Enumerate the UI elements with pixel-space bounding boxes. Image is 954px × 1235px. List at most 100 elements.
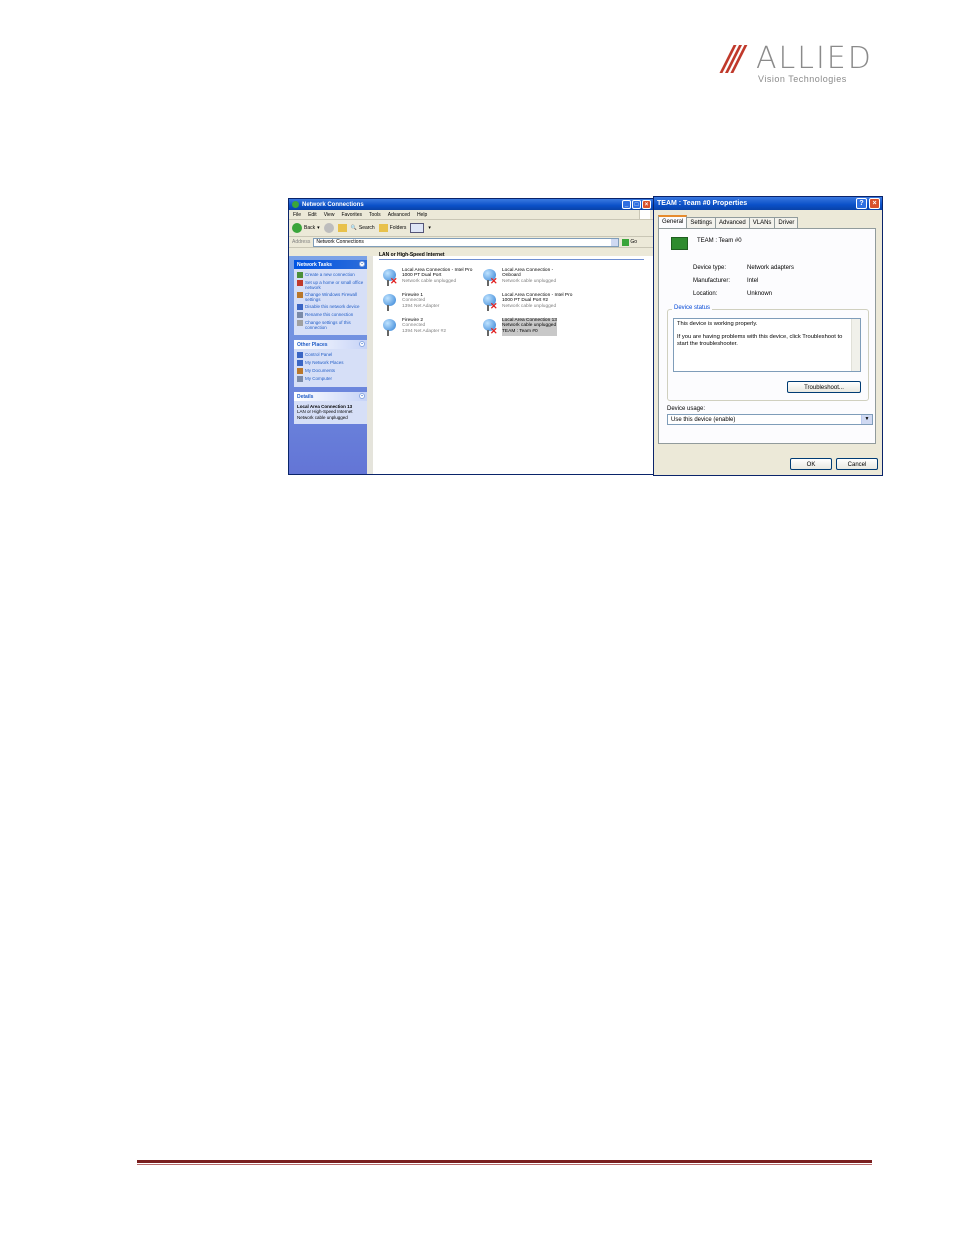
task-change-settings[interactable]: Change settings of this connection xyxy=(297,320,364,330)
menu-tools[interactable]: Tools xyxy=(369,212,381,218)
connection-status: Network cable unplugged xyxy=(402,278,457,284)
place-my-computer[interactable]: My Computer xyxy=(297,376,364,382)
network-connection-icon: ✕ xyxy=(481,293,499,311)
prop-value: Intel xyxy=(747,278,759,284)
other-places-header[interactable]: Other Places ⌃ xyxy=(294,340,367,349)
toolbar: Back ▾ 🔍 Search Folders ▾ xyxy=(289,220,653,237)
folders-button[interactable]: Folders xyxy=(378,224,407,232)
network-places-icon xyxy=(297,360,303,366)
menu-edit[interactable]: Edit xyxy=(308,212,317,218)
other-places-panel: Other Places ⌃ Control Panel My Network … xyxy=(294,340,367,387)
folders-label: Folders xyxy=(389,225,407,231)
task-label: Set up a home or small office network xyxy=(305,280,364,290)
place-label: My Network Places xyxy=(305,360,344,365)
network-connections-window: Network Connections _ □ × File Edit View… xyxy=(288,198,654,475)
device-usage-select[interactable]: Use this device (enable) ▼ xyxy=(667,414,873,425)
collapse-chevron-icon[interactable]: ⌃ xyxy=(359,261,365,267)
connection-device: TEAM : Team #0 xyxy=(502,328,538,334)
address-input[interactable]: Network Connections xyxy=(313,237,620,247)
views-dropdown-icon[interactable]: ▾ xyxy=(428,225,431,231)
menu-advanced[interactable]: Advanced xyxy=(388,212,410,218)
status-line-2: If you are having problems with this dev… xyxy=(677,334,843,347)
network-tasks-header[interactable]: Network Tasks ⌃ xyxy=(294,260,367,269)
connection-item[interactable]: ✕ Local Area Connection - Intel Pro 1000 … xyxy=(381,268,472,286)
go-arrow-icon xyxy=(622,238,630,246)
connection-item[interactable]: Firewire 2 Connected 1394 Net Adapter #2 xyxy=(381,318,446,336)
connections-list: LAN or High-Speed Internet ✕ Local Area … xyxy=(373,252,653,474)
go-label: Go xyxy=(630,239,638,245)
chevron-down-icon[interactable]: ▼ xyxy=(861,415,872,424)
other-places-title: Other Places xyxy=(297,341,328,348)
footer-rule xyxy=(137,1160,872,1163)
collapse-chevron-icon[interactable]: ⌃ xyxy=(359,341,365,347)
general-tab-panel: TEAM : Team #0 Device type: Network adapt… xyxy=(658,228,876,444)
place-my-documents[interactable]: My Documents xyxy=(297,368,364,374)
network-connection-icon: ✕ xyxy=(481,268,499,286)
up-folder-icon[interactable] xyxy=(337,224,347,232)
device-status-legend: Device status xyxy=(672,305,713,311)
menu-favorites[interactable]: Favorites xyxy=(341,212,362,218)
connection-item[interactable]: ✕ Local Area Connection - Intel Pro 1000 … xyxy=(481,293,572,311)
search-button[interactable]: 🔍 Search xyxy=(351,225,375,231)
tab-vlans[interactable]: VLANs xyxy=(748,217,776,228)
explorer-title: Network Connections xyxy=(302,201,364,208)
device-status-textbox[interactable]: This device is working properly. If you … xyxy=(673,318,861,372)
network-connection-icon: ✕ xyxy=(481,318,499,336)
documents-icon xyxy=(297,368,303,374)
group-divider xyxy=(379,259,644,260)
tab-general[interactable]: General xyxy=(658,215,688,229)
close-button[interactable]: × xyxy=(642,200,651,209)
task-home-network[interactable]: Set up a home or small office network xyxy=(297,280,364,290)
ok-button[interactable]: OK xyxy=(790,458,832,470)
task-label: Create a new connection xyxy=(305,272,355,277)
menu-help[interactable]: Help xyxy=(417,212,427,218)
task-rename-connection[interactable]: Rename this connection xyxy=(297,312,364,318)
prop-key: Location: xyxy=(693,291,718,297)
cancel-button[interactable]: Cancel xyxy=(836,458,878,470)
help-button[interactable]: ? xyxy=(856,198,867,209)
device-status-group: Device status This device is working pro… xyxy=(667,305,869,401)
connection-status: Network cable unplugged xyxy=(502,303,557,309)
views-icon[interactable] xyxy=(410,223,425,233)
address-dropdown-icon[interactable] xyxy=(611,238,619,246)
troubleshoot-button[interactable]: Troubleshoot... xyxy=(787,381,861,393)
status-scrollbar[interactable] xyxy=(851,319,860,371)
menu-view[interactable]: View xyxy=(324,212,335,218)
place-label: My Computer xyxy=(305,376,333,381)
settings-icon xyxy=(297,320,303,326)
device-name: TEAM : Team #0 xyxy=(697,238,742,244)
collapse-chevron-icon[interactable]: ⌃ xyxy=(359,393,365,399)
dialog-titlebar[interactable]: TEAM : Team #0 Properties ? × xyxy=(654,197,882,210)
explorer-body: Network Tasks ⌃ Create a new connection … xyxy=(289,252,653,474)
task-pane: Network Tasks ⌃ Create a new connection … xyxy=(289,256,373,474)
connection-item[interactable]: Firewire 1 Connected 1394 Net Adapter xyxy=(381,293,439,311)
maximize-button[interactable]: □ xyxy=(632,200,641,209)
place-my-network-places[interactable]: My Network Places xyxy=(297,360,364,366)
tab-settings[interactable]: Settings xyxy=(686,217,717,228)
connection-item[interactable]: ✕ Local Area Connection - Onboard Network … xyxy=(481,268,556,286)
tab-advanced[interactable]: Advanced xyxy=(715,217,750,228)
menu-file[interactable]: File xyxy=(293,212,301,218)
back-button[interactable]: Back ▾ xyxy=(292,223,320,233)
logo-slashes: /// xyxy=(722,39,745,79)
place-control-panel[interactable]: Control Panel xyxy=(297,352,364,358)
task-firewall-settings[interactable]: Change Windows Firewall settings xyxy=(297,292,364,302)
connection-status: Network cable unplugged xyxy=(502,278,557,284)
dialog-close-button[interactable]: × xyxy=(869,198,880,209)
menu-bar: File Edit View Favorites Tools Advanced … xyxy=(289,210,653,220)
connection-item-selected[interactable]: ✕ Local Area Connection 13 Network cable … xyxy=(481,318,557,336)
details-header[interactable]: Details ⌃ xyxy=(294,392,367,401)
task-disable-device[interactable]: Disable this network device xyxy=(297,304,364,310)
back-dropdown-icon[interactable]: ▾ xyxy=(317,225,320,231)
go-button[interactable]: Go xyxy=(622,238,638,246)
logo-tagline: Vision Technologies xyxy=(758,74,847,84)
task-label: Change Windows Firewall settings xyxy=(305,292,358,302)
minimize-button[interactable]: _ xyxy=(622,200,631,209)
task-create-connection[interactable]: Create a new connection xyxy=(297,272,364,278)
forward-button[interactable] xyxy=(323,223,334,233)
tab-driver[interactable]: Driver xyxy=(774,217,799,228)
explorer-titlebar[interactable]: Network Connections _ □ × xyxy=(289,199,653,210)
prop-key: Manufacturer: xyxy=(693,278,731,284)
team-properties-dialog: TEAM : Team #0 Properties ? × General Se… xyxy=(653,196,883,476)
connection-device: 1394 Net Adapter #2 xyxy=(402,328,447,334)
